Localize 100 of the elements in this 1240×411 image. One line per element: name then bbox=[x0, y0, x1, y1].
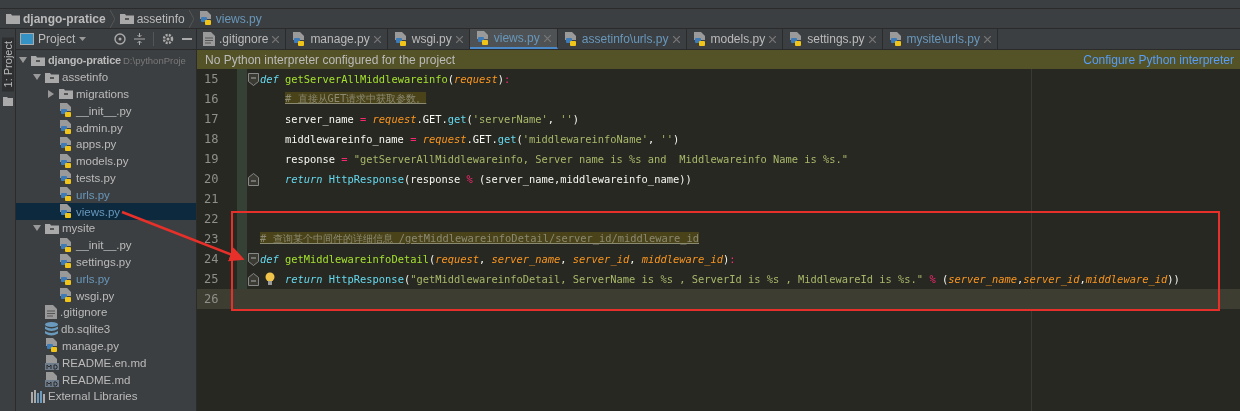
editor-tab[interactable]: wsgi.py bbox=[387, 29, 470, 49]
close-icon[interactable] bbox=[373, 35, 381, 43]
tool-window-tab[interactable]: 1: Project bbox=[1, 37, 14, 92]
database-icon bbox=[45, 322, 58, 337]
close-icon[interactable] bbox=[868, 35, 876, 43]
expanded-arrow-icon[interactable] bbox=[33, 225, 41, 232]
settings-icon[interactable] bbox=[162, 33, 174, 45]
tree-row[interactable]: db.sqlite3 bbox=[16, 320, 196, 338]
tree-row[interactable]: migrations bbox=[16, 85, 196, 103]
close-icon[interactable] bbox=[672, 35, 680, 43]
tree-row[interactable]: apps.py bbox=[16, 136, 196, 153]
tree-row[interactable]: assetinfo bbox=[16, 68, 196, 86]
change-bar bbox=[237, 69, 247, 89]
tree-item-label: __init__.py bbox=[76, 104, 132, 117]
tree-row[interactable]: settings.py bbox=[16, 253, 196, 271]
breadcrumb-item[interactable]: assetinfo bbox=[136, 11, 185, 26]
folder-icon bbox=[6, 13, 20, 24]
target-icon[interactable] bbox=[114, 33, 126, 45]
python-file-icon bbox=[888, 31, 903, 47]
code-line: server_name = request.GET.get('serverName', '') bbox=[285, 113, 580, 125]
editor-tab[interactable]: settings.py bbox=[783, 29, 883, 49]
line-number: 24 bbox=[203, 252, 220, 266]
tree-item-label: models.py bbox=[76, 155, 129, 168]
tree-item-label: manage.py bbox=[62, 339, 119, 352]
python-file-icon bbox=[59, 136, 73, 152]
line-number: 25 bbox=[203, 272, 220, 286]
tree-item-label: db.sqlite3 bbox=[61, 323, 111, 336]
tree-row[interactable]: models.py bbox=[16, 152, 196, 170]
expanded-arrow-icon[interactable] bbox=[19, 57, 27, 64]
editor-tab[interactable]: manage.py bbox=[286, 29, 388, 49]
close-icon[interactable] bbox=[455, 35, 463, 43]
python-file-icon bbox=[45, 338, 59, 354]
change-bar bbox=[237, 209, 247, 229]
collapsed-arrow-icon[interactable] bbox=[48, 90, 54, 98]
banner-message: No Python interpreter configured for the project bbox=[205, 52, 456, 67]
panel-title[interactable]: Project bbox=[38, 32, 76, 46]
chevron-icon bbox=[188, 9, 194, 28]
fold-marker-icon[interactable] bbox=[248, 272, 259, 286]
tree-item-label: urls.py bbox=[76, 188, 110, 201]
editor-tab[interactable]: models.py bbox=[686, 29, 784, 49]
python-file-icon bbox=[59, 153, 73, 169]
breadcrumb-item[interactable]: django-pratice bbox=[23, 11, 106, 26]
code-line: def getServerAllMiddlewareinfo(request): bbox=[260, 73, 511, 85]
tree-item-label: __init__.py bbox=[76, 239, 132, 252]
python-file-icon bbox=[292, 31, 307, 47]
tree-row[interactable]: urls.py bbox=[16, 186, 196, 204]
close-icon[interactable] bbox=[983, 35, 991, 43]
python-file-icon bbox=[59, 254, 73, 270]
python-file-icon bbox=[393, 31, 408, 47]
configure-link[interactable]: Configure Python interpreter bbox=[1083, 52, 1234, 67]
dropdown-caret-icon[interactable] bbox=[79, 37, 87, 41]
folder-icon bbox=[119, 13, 134, 24]
python-file-icon bbox=[692, 31, 707, 47]
breadcrumb-item[interactable]: views.py bbox=[215, 11, 262, 26]
line-number: 22 bbox=[203, 212, 220, 226]
editor-tab[interactable]: assetinfo\urls.py bbox=[557, 29, 687, 49]
tree-row[interactable]: .gitignore bbox=[16, 303, 196, 321]
editor-tab[interactable]: .gitignore bbox=[197, 29, 287, 49]
change-bar bbox=[237, 189, 247, 209]
expanded-arrow-icon[interactable] bbox=[33, 74, 41, 81]
close-icon[interactable] bbox=[769, 35, 777, 43]
tree-row[interactable]: __init__.py bbox=[16, 236, 196, 254]
close-icon[interactable] bbox=[272, 35, 280, 43]
collapse-icon[interactable] bbox=[134, 33, 145, 45]
fold-marker-icon[interactable] bbox=[248, 252, 259, 266]
tree-row[interactable]: wsgi.py bbox=[16, 287, 196, 304]
python-file-icon bbox=[59, 271, 73, 287]
editor-tab[interactable]: mysite\urls.py bbox=[882, 29, 998, 49]
python-file-icon bbox=[59, 103, 73, 119]
tree-item-label: settings.py bbox=[76, 255, 131, 268]
tree-item-label: assetinfo bbox=[62, 71, 109, 84]
tree-row[interactable]: manage.py bbox=[16, 337, 196, 355]
folder-icon bbox=[45, 71, 59, 83]
fold-marker-icon[interactable] bbox=[248, 72, 259, 86]
tree-row[interactable]: urls.py bbox=[16, 270, 196, 288]
tree-row[interactable]: mysite bbox=[16, 219, 196, 237]
tree-item-label: README.en.md bbox=[62, 356, 147, 369]
tree-item-label: mysite bbox=[62, 222, 96, 235]
line-number: 26 bbox=[203, 292, 220, 306]
lightbulb-icon[interactable] bbox=[265, 272, 275, 286]
tree-row[interactable]: tests.py bbox=[16, 169, 196, 187]
tree-item-label: tests.py bbox=[76, 171, 116, 184]
markdown-file-icon bbox=[45, 372, 59, 388]
tree-item-label: urls.py bbox=[76, 272, 110, 285]
markdown-file-icon bbox=[45, 355, 59, 371]
tree-row[interactable]: admin.py bbox=[16, 119, 196, 136]
tree-row[interactable]: views.py bbox=[16, 203, 196, 220]
fold-marker-icon[interactable] bbox=[248, 172, 259, 186]
tree-row[interactable]: README.en.md bbox=[16, 354, 196, 372]
folder-icon bbox=[45, 222, 59, 234]
python-file-icon bbox=[59, 187, 73, 203]
tree-item-label: django-pratice bbox=[48, 54, 121, 67]
python-file-icon bbox=[59, 237, 73, 253]
tree-row[interactable]: README.md bbox=[16, 371, 196, 388]
tree-row[interactable]: __init__.py bbox=[16, 102, 196, 120]
python-file-icon bbox=[475, 30, 490, 46]
code-line: response = "getServerAllMiddlewareinfo, Server name is %s and Middlewareinfo Name is %s." bbox=[285, 153, 849, 165]
tree-row[interactable]: External Libraries bbox=[16, 387, 196, 405]
python-file-icon bbox=[59, 170, 73, 186]
folder-icon bbox=[59, 88, 73, 100]
